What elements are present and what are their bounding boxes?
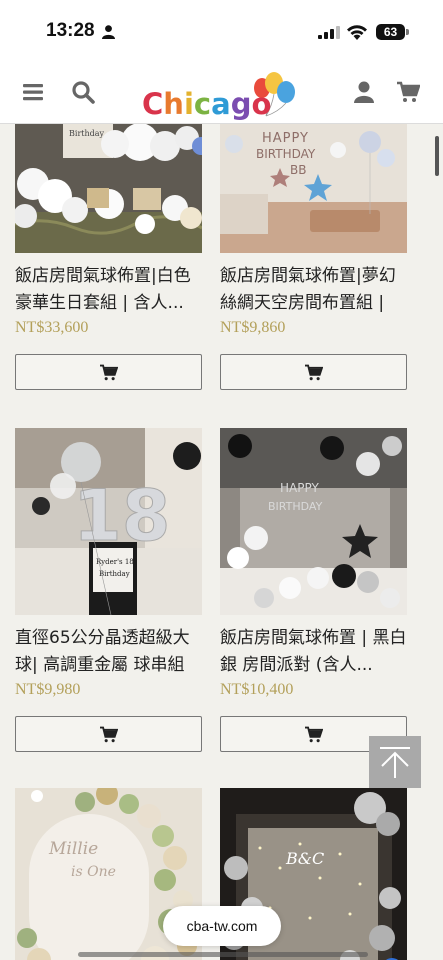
status-bar: 13:28 63 (0, 0, 443, 62)
svg-text:is One: is One (71, 864, 116, 880)
product-card[interactable]: 18 Ryder's 18 Birthday 直徑65公分晶透超級大球| 高調重… (15, 428, 202, 752)
product-grid: Birthday 飯店房間氣球佈置|白色豪華生日套組 | 含人... NT$33… (0, 124, 443, 960)
product-title[interactable]: 直徑65公分晶透超級大球| 高調重金屬 球串組 (15, 625, 202, 679)
svg-text:BB: BB (290, 163, 306, 177)
product-price: NT$10,400 (220, 681, 294, 698)
product-card[interactable]: HAPPY BIRTHDAY BB 飯店房間氣球佈置|夢幻絲綢天空房間布置組 |… (220, 124, 407, 390)
back-to-top-button[interactable] (369, 736, 421, 788)
cart-icon (305, 364, 323, 380)
product-image[interactable]: HAPPY BIRTHDAY (220, 428, 407, 615)
cart-icon (305, 726, 323, 742)
person-icon (102, 25, 115, 39)
scrollbar[interactable] (435, 136, 439, 176)
product-image[interactable]: 18 Ryder's 18 Birthday (15, 428, 202, 615)
product-title[interactable]: 飯店房間氣球佈置|夢幻絲綢天空房間布置組 | (220, 263, 407, 317)
battery-tip (406, 29, 409, 35)
product-card[interactable]: Birthday 飯店房間氣球佈置|白色豪華生日套組 | 含人... NT$33… (15, 124, 202, 390)
svg-text:Birthday: Birthday (69, 129, 105, 138)
browser-url-bar[interactable]: cba-tw.com (163, 906, 281, 946)
product-image[interactable]: Birthday (15, 124, 202, 253)
svg-text:BIRTHDAY: BIRTHDAY (256, 147, 316, 161)
cart-icon (100, 726, 118, 742)
wifi-icon (347, 25, 367, 40)
search-icon[interactable] (71, 80, 95, 104)
add-to-cart-button[interactable] (220, 354, 407, 390)
home-indicator (78, 952, 368, 957)
cellular-signal-icon (318, 26, 340, 39)
cart-icon (100, 364, 118, 380)
status-time: 13:28 (46, 20, 95, 41)
product-price: NT$9,980 (15, 681, 81, 698)
arrow-up-icon (380, 747, 410, 778)
add-to-cart-button[interactable] (15, 354, 202, 390)
product-title[interactable]: 飯店房間氣球佈置 | 黑白銀 房間派對 (含人... (220, 625, 407, 679)
cart-icon[interactable] (396, 80, 420, 104)
product-price: NT$9,860 (220, 319, 286, 336)
product-image[interactable]: HAPPY BIRTHDAY BB (220, 124, 407, 253)
product-card[interactable]: HAPPY BIRTHDAY 飯店房間氣球佈置 | 黑白銀 房間派對 (含人..… (220, 428, 407, 752)
svg-text:B&C: B&C (285, 849, 324, 868)
add-to-cart-button[interactable] (15, 716, 202, 752)
site-header: Chicago (0, 62, 443, 124)
svg-text:HAPPY: HAPPY (262, 131, 309, 146)
svg-text:Birthday: Birthday (99, 570, 130, 578)
svg-text:HAPPY: HAPPY (280, 481, 319, 495)
svg-text:Chicago: Chicago (142, 87, 271, 121)
chicago-logo[interactable]: Chicago (140, 68, 305, 122)
battery-indicator: 63 (376, 24, 405, 40)
product-price: NT$33,600 (15, 319, 89, 336)
svg-text:Ryder's 18: Ryder's 18 (96, 558, 134, 566)
menu-icon[interactable] (21, 80, 45, 104)
svg-text:Millie: Millie (48, 839, 98, 859)
svg-text:BIRTHDAY: BIRTHDAY (268, 500, 323, 513)
product-title[interactable]: 飯店房間氣球佈置|白色豪華生日套組 | 含人... (15, 263, 202, 317)
user-icon[interactable] (352, 80, 376, 104)
